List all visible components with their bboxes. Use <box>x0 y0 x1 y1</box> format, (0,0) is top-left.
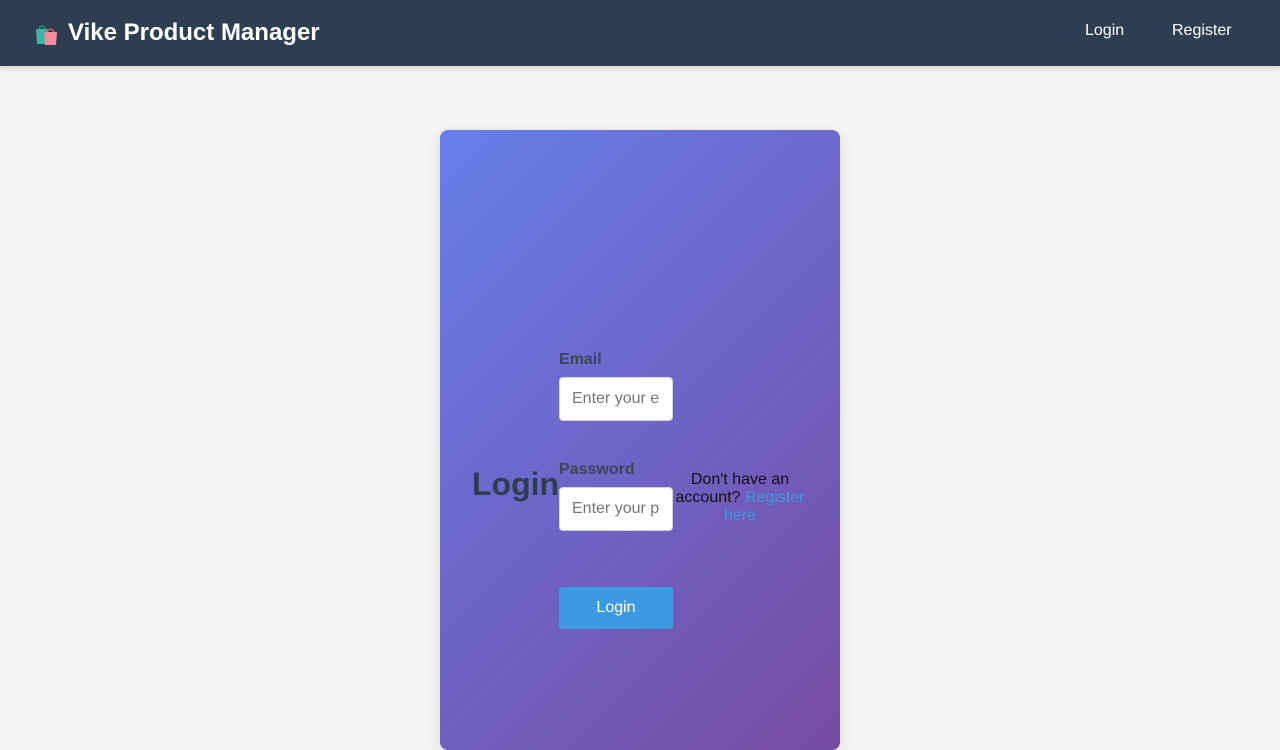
shopping-bags-icon <box>32 19 60 47</box>
login-submit-button[interactable]: Login <box>559 587 673 629</box>
brand-title: Vike Product Manager <box>68 19 320 46</box>
brand[interactable]: Vike Product Manager <box>32 17 320 49</box>
email-label: Email <box>559 351 602 368</box>
login-card <box>440 130 840 750</box>
password-field[interactable] <box>559 487 673 531</box>
email-field[interactable] <box>559 377 673 421</box>
nav-register-link[interactable]: Register <box>1172 22 1232 40</box>
top-navbar: Vike Product Manager Login Register <box>0 0 1280 66</box>
nav-login-link[interactable]: Login <box>1085 22 1124 40</box>
login-heading: Login <box>472 466 560 502</box>
password-label: Password <box>559 461 635 478</box>
register-prompt: Don't have an account? Register here <box>673 471 807 525</box>
